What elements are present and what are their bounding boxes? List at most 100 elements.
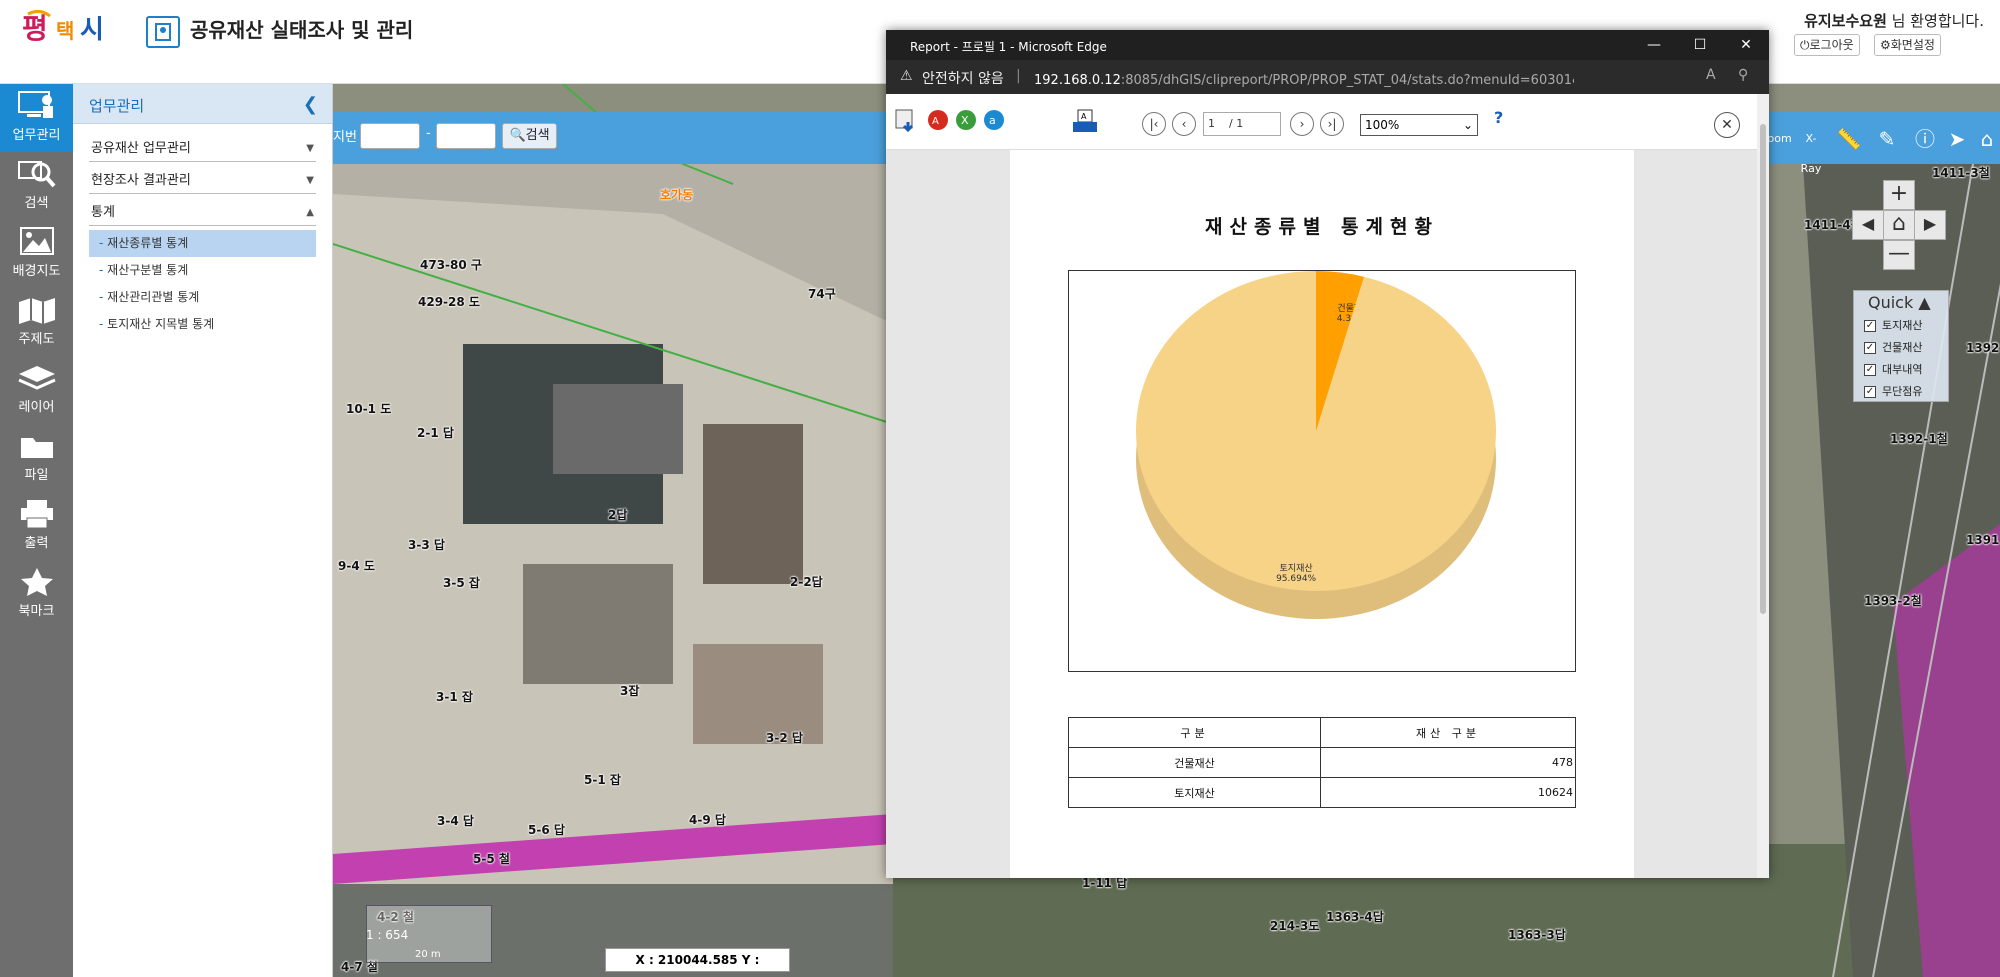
address-bar[interactable]: ⚠ 안전하지 않음 | 192.168.0.12:8085/dhGIS/clip… (886, 60, 1769, 94)
quick-item-lease[interactable]: ✓ 대부내역 (1854, 359, 1948, 381)
jibun-sub-input[interactable] (436, 123, 496, 149)
page-number-input[interactable]: 1 / 1 (1203, 112, 1281, 136)
checkbox[interactable]: ✓ (1864, 386, 1876, 398)
parcel-label: 9-4 도 (338, 559, 375, 573)
pdf-icon[interactable]: A (926, 108, 950, 132)
read-aloud-icon[interactable]: A (1706, 67, 1716, 83)
printer-icon[interactable]: A (1070, 108, 1100, 138)
map-toolbar: Zoom X-Ray 📏 ✎ ⓘ ➤ ⌂ (1760, 120, 2000, 175)
window-titlebar[interactable]: Report - 프로필 1 - Microsoft Edge — ☐ ✕ (886, 30, 1769, 60)
xray-tool-button[interactable]: X-Ray (1796, 124, 1826, 175)
pencil-icon[interactable]: ✎ (1872, 124, 1902, 154)
next-page-button[interactable]: › (1290, 112, 1314, 136)
table-cell-value: 10624 (1320, 777, 1576, 808)
side-panel-title: 업무관리 (89, 97, 145, 115)
logout-button[interactable]: ⏻로그아웃 (1794, 34, 1860, 56)
svg-text:시: 시 (80, 15, 104, 45)
checkbox[interactable]: ✓ (1864, 320, 1876, 332)
checkbox[interactable]: ✓ (1864, 342, 1876, 354)
prev-page-button[interactable]: ‹ (1172, 112, 1196, 136)
pan-left-button[interactable]: ◀ (1852, 210, 1884, 240)
nav-item-basemap[interactable]: 배경지도 (0, 220, 73, 288)
nav-item-layer[interactable]: 레이어 (0, 356, 73, 424)
zoom-in-button[interactable]: + (1883, 180, 1915, 210)
submenu-item-land-category-stats[interactable]: - 토지재산 지목별 통계 (89, 311, 316, 338)
nav-label: 배경지도 (12, 264, 61, 279)
caret-up-icon: ▲ (306, 207, 314, 218)
nav-item-work[interactable]: 업무관리 (0, 84, 73, 152)
nav-item-file[interactable]: 파일 (0, 424, 73, 492)
submenu-item-asset-type-stats[interactable]: - 재산종류별 통계 (89, 230, 316, 257)
nav-item-bookmark[interactable]: 북마크 (0, 560, 73, 628)
zoom-icon[interactable]: ⚲ (1738, 67, 1748, 83)
help-icon[interactable]: ? (1494, 108, 1503, 127)
window-title: Report - 프로필 1 - Microsoft Edge (910, 40, 1107, 54)
vertical-scrollbar[interactable] (1757, 94, 1769, 878)
parcel-label: 3-5 잡 (443, 576, 480, 590)
home-icon[interactable]: ⌂ (1972, 124, 2000, 154)
bullet-icon: - (99, 236, 108, 250)
hwp-icon[interactable]: a (982, 108, 1006, 132)
zoom-select[interactable]: 100% ⌄ (1360, 114, 1478, 136)
menu-group-stats[interactable]: 통계 ▲ (89, 200, 316, 226)
stats-submenu: - 재산종류별 통계 - 재산구분별 통계 - 재산관리관별 통계 - 토지재산… (89, 230, 316, 338)
page-current: 1 (1208, 117, 1215, 130)
url-text[interactable]: 192.168.0.12:8085/dhGIS/clipreport/PROP/… (1034, 69, 1574, 88)
warning-icon: ⚠ (900, 68, 913, 84)
jibun-main-input[interactable] (360, 123, 420, 149)
scrollbar-thumb[interactable] (1760, 124, 1766, 614)
excel-icon[interactable]: X (954, 108, 978, 132)
first-page-button[interactable]: |‹ (1142, 112, 1166, 136)
quick-item-land[interactable]: ✓ 토지재산 (1854, 315, 1948, 337)
menu-group-survey-result[interactable]: 현장조사 결과관리 ▼ (89, 168, 316, 194)
zoom-out-button[interactable]: — (1883, 240, 1915, 270)
close-window-button[interactable]: ✕ (1723, 30, 1769, 60)
parcel-label: 호가동 (660, 188, 694, 202)
parcel-label: 10-1 도 (346, 402, 392, 416)
parcel-label: 429-28 도 (418, 295, 480, 309)
greeting-text: 님 환영합니다. (1886, 12, 1984, 30)
user-greeting: 유지보수요원 님 환영합니다. (1804, 10, 1984, 31)
minimize-button[interactable]: — (1631, 30, 1677, 60)
info-icon[interactable]: ⓘ (1910, 124, 1940, 154)
chevron-left-icon[interactable]: ❮ (303, 94, 318, 115)
left-nav: 업무관리 검색 배경지도 주제도 레이어 파일 출력 북마크 (0, 84, 73, 977)
submenu-label: 토지재산 지목별 통계 (107, 317, 215, 331)
quick-item-occupation[interactable]: ✓ 무단점유 (1854, 381, 1948, 403)
quick-panel-header[interactable]: Quick ▲ (1854, 291, 1948, 315)
caret-down-icon: ▼ (306, 143, 314, 154)
map-search-button[interactable]: 🔍검색 (502, 123, 557, 149)
menu-group-label: 현장조사 결과관리 (91, 173, 191, 188)
jibun-separator: - (426, 126, 431, 141)
submenu-item-manager-stats[interactable]: - 재산관리관별 통계 (89, 284, 316, 311)
nav-item-print[interactable]: 출력 (0, 492, 73, 560)
checkbox[interactable]: ✓ (1864, 364, 1876, 376)
nav-label: 레이어 (18, 400, 55, 415)
parcel-label: 2-2답 (790, 575, 823, 589)
pie-chart: 건물재산4.306%토지재산95.694% (1136, 271, 1496, 619)
settings-label: 화면설정 (1890, 38, 1935, 52)
layers-icon (17, 366, 56, 390)
parcel-label: 1363-4답 (1326, 910, 1384, 924)
nav-item-thematic[interactable]: 주제도 (0, 288, 73, 356)
pan-right-button[interactable]: ▶ (1914, 210, 1946, 240)
city-logo[interactable]: 평 택 시 (20, 8, 126, 50)
last-page-button[interactable]: ›| (1320, 112, 1344, 136)
nav-item-search[interactable]: 검색 (0, 152, 73, 220)
close-report-button[interactable]: ✕ (1714, 112, 1740, 138)
home-icon[interactable]: ⌂ (1883, 210, 1915, 240)
quick-item-label: 건물재산 (1882, 341, 1923, 354)
report-table: 구분 재산 구분 건물재산 478 토지재산 10624 (1068, 717, 1576, 808)
menu-group-asset-work[interactable]: 공유재산 업무관리 ▼ (89, 136, 316, 162)
screen-settings-button[interactable]: ⚙화면설정 (1874, 34, 1941, 56)
save-icon[interactable] (894, 108, 918, 132)
theme-map-icon (18, 298, 55, 324)
quick-item-building[interactable]: ✓ 건물재산 (1854, 337, 1948, 359)
pointer-icon[interactable]: ➤ (1942, 124, 1972, 154)
parcel-label: 1392 (1966, 341, 2000, 355)
submenu-item-asset-class-stats[interactable]: - 재산구분별 통계 (89, 257, 316, 284)
jibun-label: 지번 (333, 130, 357, 145)
ruler-icon[interactable]: 📏 (1834, 124, 1864, 154)
maximize-button[interactable]: ☐ (1677, 30, 1723, 60)
pie-slice-percent-label: 95.694% (1276, 574, 1316, 584)
